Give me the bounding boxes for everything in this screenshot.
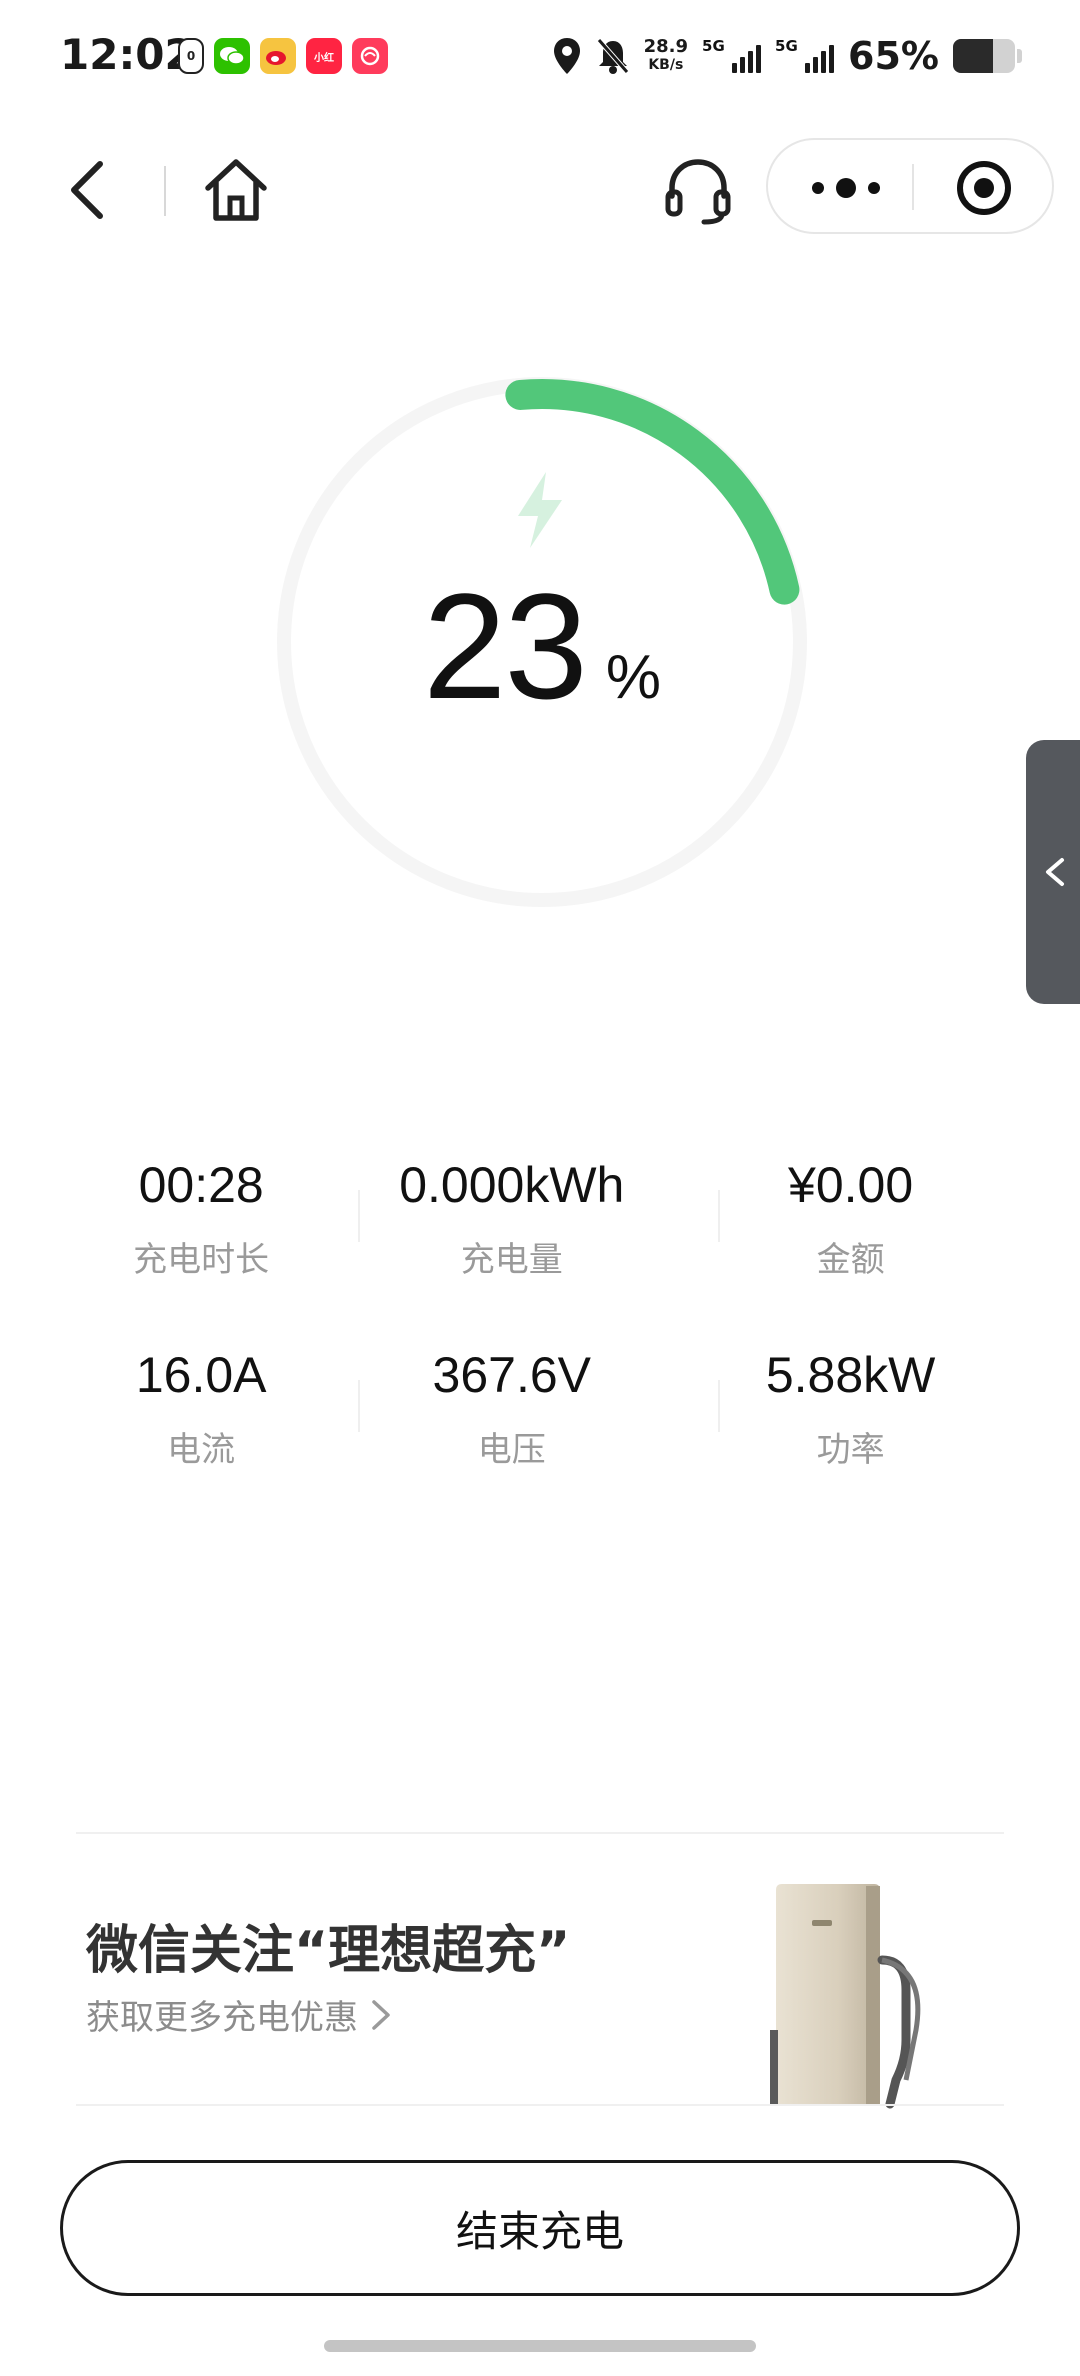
- home-indicator[interactable]: [324, 2340, 756, 2352]
- metric-label: 充电时长: [133, 1240, 270, 1280]
- charge-percent-value: 23: [423, 562, 588, 730]
- metric-energy: 0.000kWh 充电量: [342, 1150, 681, 1340]
- lightning-bolt-icon: [518, 472, 562, 548]
- promo-bottom-divider: [76, 2104, 1004, 2106]
- chevron-left-icon: [1046, 858, 1064, 886]
- metrics-row: 16.0A 电流 367.6V 电压 5.88kW 功率: [60, 1340, 1020, 1530]
- chevron-right-icon: [372, 1999, 390, 2030]
- promo-subtitle-link[interactable]: 获取更多充电优惠: [86, 1990, 392, 2039]
- promo-subtitle: 获取更多充电优惠: [86, 1998, 358, 2038]
- metric-value: 00:28: [138, 1157, 264, 1213]
- metric-divider: [358, 1380, 360, 1432]
- sim2-signal-icon: 5G: [775, 37, 835, 73]
- metric-label: 充电量: [460, 1240, 563, 1280]
- more-dots-icon[interactable]: [806, 162, 886, 214]
- target-close-icon[interactable]: [954, 158, 1014, 218]
- charge-percent-unit: %: [605, 643, 661, 712]
- mini-program-capsule: [766, 138, 1054, 234]
- app-notification-icon: 0: [178, 38, 204, 74]
- metric-voltage: 367.6V 电压: [342, 1340, 681, 1530]
- charging-metrics: 00:28 充电时长 0.000kWh 充电量 ¥0.00 金额 16.0A 电…: [60, 1150, 1020, 1530]
- charge-percent-display: 23%: [272, 560, 812, 733]
- metrics-row: 00:28 充电时长 0.000kWh 充电量 ¥0.00 金额: [60, 1150, 1020, 1340]
- metric-amount: ¥0.00 金额: [681, 1150, 1020, 1340]
- metric-value: 0.000kWh: [399, 1157, 625, 1213]
- metric-label: 电压: [477, 1430, 546, 1470]
- back-icon[interactable]: [60, 158, 120, 222]
- battery-tip: [1017, 49, 1022, 63]
- location-icon: [553, 38, 580, 74]
- metric-value: 16.0A: [135, 1347, 267, 1403]
- status-bar: 12:02 0 小红 28.9 KB/s 5G 5G 65%: [0, 0, 1080, 120]
- end-charging-button[interactable]: 结束充电: [60, 2160, 1020, 2296]
- network-speed-unit: KB/s: [648, 57, 684, 73]
- home-icon[interactable]: [200, 154, 272, 226]
- wechat-icon: [214, 38, 250, 74]
- metric-value: ¥0.00: [788, 1157, 914, 1213]
- metric-divider: [358, 1190, 360, 1242]
- metric-divider: [718, 1380, 720, 1432]
- metric-label: 功率: [816, 1430, 885, 1470]
- metric-current: 16.0A 电流: [60, 1340, 342, 1530]
- metric-value: 367.6V: [432, 1347, 592, 1403]
- promo-title[interactable]: 微信关注“理想超充”: [86, 1908, 570, 1983]
- metric-label: 电流: [167, 1430, 236, 1470]
- charger-illustration: [770, 1884, 921, 2109]
- side-drawer-handle[interactable]: [1026, 740, 1080, 1004]
- weibo-icon: [260, 38, 296, 74]
- nav-divider: [164, 166, 166, 216]
- metric-divider: [718, 1190, 720, 1242]
- status-right: 28.9 KB/s 5G 5G 65%: [552, 34, 1022, 78]
- network-speed-value: 28.9: [643, 36, 689, 57]
- battery-percent: 65%: [848, 34, 939, 78]
- headset-icon[interactable]: [664, 156, 732, 226]
- status-time: 12:02: [60, 30, 194, 79]
- metric-label: 金额: [816, 1240, 885, 1280]
- battery-icon: [953, 39, 1015, 73]
- metric-power: 5.88kW 功率: [681, 1340, 1020, 1530]
- sim2-tag: 5G: [775, 37, 798, 55]
- bell-muted-icon: [596, 38, 629, 74]
- notification-icons: 0 小红: [178, 38, 388, 74]
- network-speed: 28.9 KB/s: [644, 38, 688, 74]
- sim1-tag: 5G: [702, 37, 725, 55]
- nav-bar: [0, 130, 1080, 250]
- metric-value: 5.88kW: [765, 1347, 936, 1403]
- capsule-divider: [912, 164, 914, 210]
- sim1-signal-icon: 5G: [702, 37, 762, 73]
- metric-duration: 00:28 充电时长: [60, 1150, 342, 1340]
- promo-top-divider: [76, 1832, 1004, 1834]
- xiaohongshu-icon: 小红: [306, 38, 342, 74]
- app-red-icon: [352, 38, 388, 74]
